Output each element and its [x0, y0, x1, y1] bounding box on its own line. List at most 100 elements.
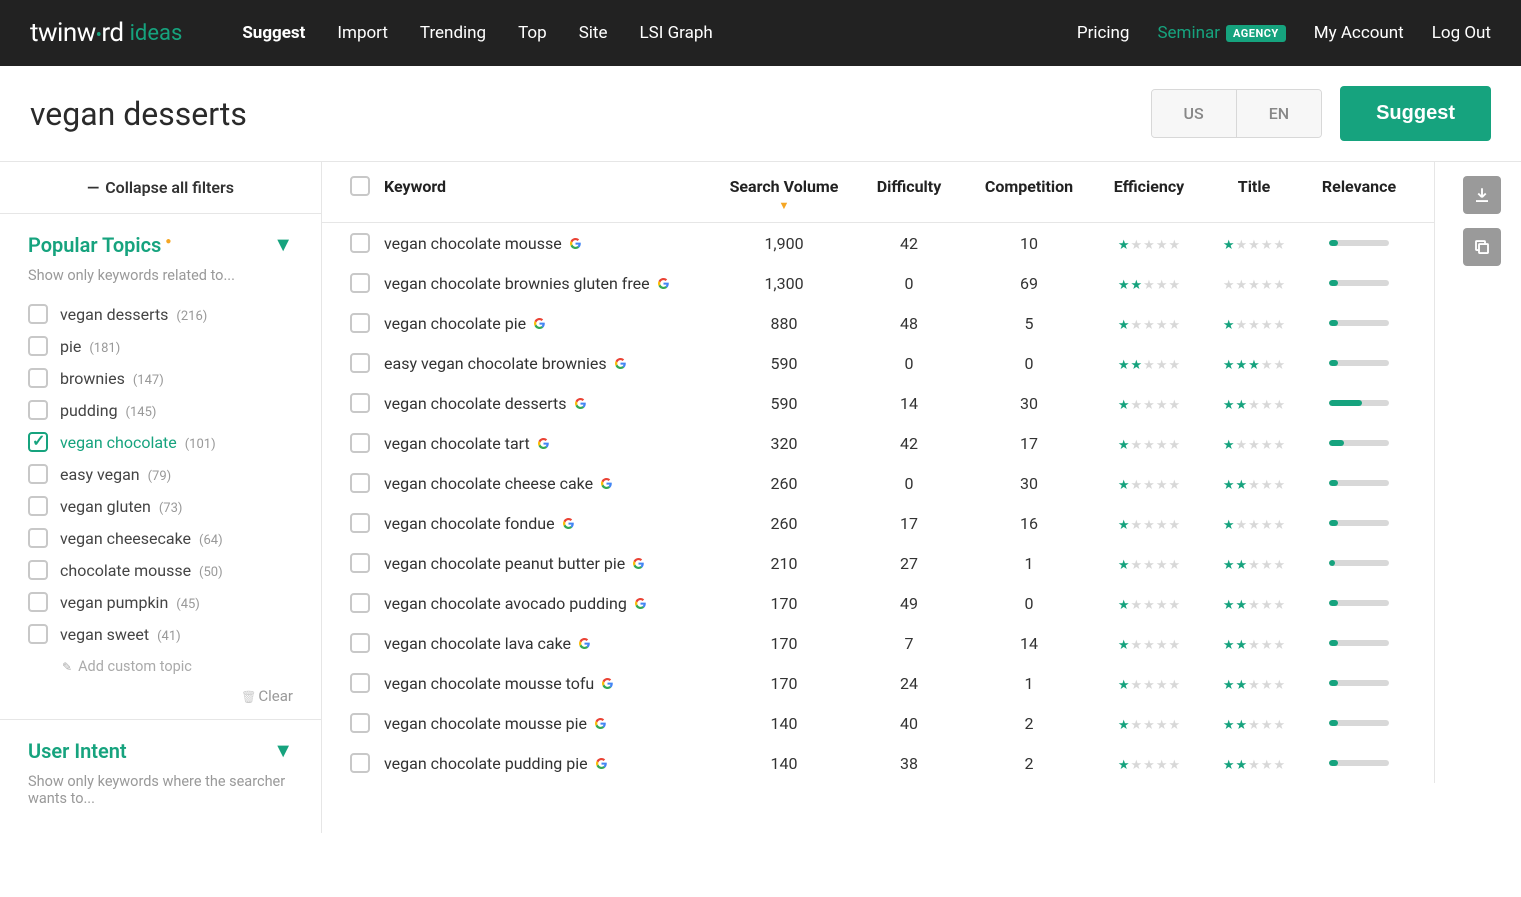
- row-checkbox[interactable]: [350, 753, 370, 773]
- row-checkbox[interactable]: [350, 553, 370, 573]
- suggest-button[interactable]: Suggest: [1340, 86, 1491, 141]
- topic-row[interactable]: vegan desserts (216): [28, 298, 293, 330]
- topic-checkbox[interactable]: [28, 368, 48, 388]
- row-checkbox[interactable]: [350, 313, 370, 333]
- google-icon[interactable]: [579, 638, 590, 649]
- google-icon[interactable]: [658, 278, 669, 289]
- search-volume-cell: 260: [714, 474, 854, 493]
- google-icon[interactable]: [538, 438, 549, 449]
- filter-title-intent[interactable]: User Intent ▼: [28, 738, 293, 763]
- add-custom-topic[interactable]: Add custom topic: [28, 650, 293, 683]
- nav-import[interactable]: Import: [337, 23, 388, 43]
- google-icon[interactable]: [563, 518, 574, 529]
- keyword-cell[interactable]: vegan chocolate cheese cake: [384, 474, 714, 493]
- row-checkbox[interactable]: [350, 433, 370, 453]
- region-us[interactable]: US: [1152, 90, 1237, 137]
- col-relevance[interactable]: Relevance: [1304, 177, 1414, 196]
- keyword-cell[interactable]: vegan chocolate peanut butter pie: [384, 554, 714, 573]
- col-keyword[interactable]: Keyword: [384, 177, 714, 196]
- clear-topics[interactable]: Clear: [28, 683, 293, 707]
- google-icon[interactable]: [596, 758, 607, 769]
- topic-checkbox[interactable]: [28, 496, 48, 516]
- row-checkbox[interactable]: [350, 233, 370, 253]
- topic-checkbox[interactable]: [28, 336, 48, 356]
- google-icon[interactable]: [534, 318, 545, 329]
- keyword-cell[interactable]: easy vegan chocolate brownies: [384, 354, 714, 373]
- nav-lsi-graph[interactable]: LSI Graph: [640, 23, 713, 43]
- keyword-cell[interactable]: vegan chocolate mousse: [384, 234, 714, 253]
- nav-account[interactable]: My Account: [1314, 23, 1404, 43]
- region-en[interactable]: EN: [1237, 90, 1321, 137]
- topic-checkbox[interactable]: [28, 464, 48, 484]
- row-checkbox[interactable]: [350, 593, 370, 613]
- google-icon[interactable]: [615, 358, 626, 369]
- keyword-cell[interactable]: vegan chocolate desserts: [384, 394, 714, 413]
- row-checkbox[interactable]: [350, 273, 370, 293]
- google-icon[interactable]: [575, 398, 586, 409]
- topic-row[interactable]: vegan sweet (41): [28, 618, 293, 650]
- keyword-cell[interactable]: vegan chocolate avocado pudding: [384, 594, 714, 613]
- collapse-filters[interactable]: —Collapse all filters: [0, 162, 321, 214]
- topic-label: vegan gluten (73): [60, 497, 182, 516]
- nav-pricing[interactable]: Pricing: [1077, 23, 1130, 43]
- topic-checkbox[interactable]: [28, 304, 48, 324]
- col-efficiency[interactable]: Efficiency: [1094, 177, 1204, 196]
- competition-cell: 10: [964, 234, 1094, 253]
- col-competition[interactable]: Competition: [964, 177, 1094, 196]
- keyword-cell[interactable]: vegan chocolate mousse tofu: [384, 674, 714, 693]
- topic-row[interactable]: easy vegan (79): [28, 458, 293, 490]
- topic-row[interactable]: pie (181): [28, 330, 293, 362]
- google-icon[interactable]: [635, 598, 646, 609]
- col-difficulty[interactable]: Difficulty: [854, 177, 964, 196]
- search-input[interactable]: vegan desserts: [30, 95, 1151, 133]
- copy-button[interactable]: [1463, 228, 1501, 266]
- filter-hint: Show only keywords related to...: [28, 267, 293, 284]
- row-checkbox[interactable]: [350, 473, 370, 493]
- nav-trending[interactable]: Trending: [420, 23, 486, 43]
- download-button[interactable]: [1463, 176, 1501, 214]
- topic-checkbox[interactable]: [28, 528, 48, 548]
- keyword-cell[interactable]: vegan chocolate fondue: [384, 514, 714, 533]
- logo[interactable]: twinw•rd ideas: [30, 18, 182, 48]
- topic-checkbox[interactable]: [28, 400, 48, 420]
- topic-row[interactable]: vegan pumpkin (45): [28, 586, 293, 618]
- keyword-cell[interactable]: vegan chocolate tart: [384, 434, 714, 453]
- google-icon[interactable]: [602, 678, 613, 689]
- row-checkbox[interactable]: [350, 673, 370, 693]
- topic-checkbox[interactable]: [28, 624, 48, 644]
- topic-row[interactable]: chocolate mousse (50): [28, 554, 293, 586]
- logo-sub: ideas: [130, 21, 183, 46]
- topic-checkbox[interactable]: [28, 432, 48, 452]
- keyword-cell[interactable]: vegan chocolate pie: [384, 314, 714, 333]
- keyword-cell[interactable]: vegan chocolate mousse pie: [384, 714, 714, 733]
- google-icon[interactable]: [633, 558, 644, 569]
- keyword-text: vegan chocolate fondue: [384, 514, 555, 533]
- filter-title-popular[interactable]: Popular Topics● ▼: [28, 232, 293, 257]
- topic-checkbox[interactable]: [28, 560, 48, 580]
- topic-row[interactable]: brownies (147): [28, 362, 293, 394]
- google-icon[interactable]: [595, 718, 606, 729]
- topic-row[interactable]: pudding (145): [28, 394, 293, 426]
- col-search-volume[interactable]: Search Volume▼: [714, 177, 854, 196]
- google-icon[interactable]: [601, 478, 612, 489]
- row-checkbox[interactable]: [350, 393, 370, 413]
- nav-suggest[interactable]: Suggest: [242, 23, 305, 43]
- row-checkbox[interactable]: [350, 633, 370, 653]
- nav-logout[interactable]: Log Out: [1432, 23, 1491, 43]
- nav-seminar[interactable]: Seminar AGENCY: [1157, 23, 1285, 43]
- topic-row[interactable]: vegan cheesecake (64): [28, 522, 293, 554]
- row-checkbox[interactable]: [350, 513, 370, 533]
- topic-checkbox[interactable]: [28, 592, 48, 612]
- topic-row[interactable]: vegan chocolate (101): [28, 426, 293, 458]
- keyword-cell[interactable]: vegan chocolate brownies gluten free: [384, 274, 714, 293]
- nav-site[interactable]: Site: [579, 23, 608, 43]
- nav-top[interactable]: Top: [518, 23, 547, 43]
- topic-row[interactable]: vegan gluten (73): [28, 490, 293, 522]
- keyword-cell[interactable]: vegan chocolate lava cake: [384, 634, 714, 653]
- select-all-checkbox[interactable]: [350, 176, 370, 196]
- google-icon[interactable]: [570, 238, 581, 249]
- keyword-cell[interactable]: vegan chocolate pudding pie: [384, 754, 714, 773]
- row-checkbox[interactable]: [350, 353, 370, 373]
- row-checkbox[interactable]: [350, 713, 370, 733]
- col-title[interactable]: Title: [1204, 177, 1304, 196]
